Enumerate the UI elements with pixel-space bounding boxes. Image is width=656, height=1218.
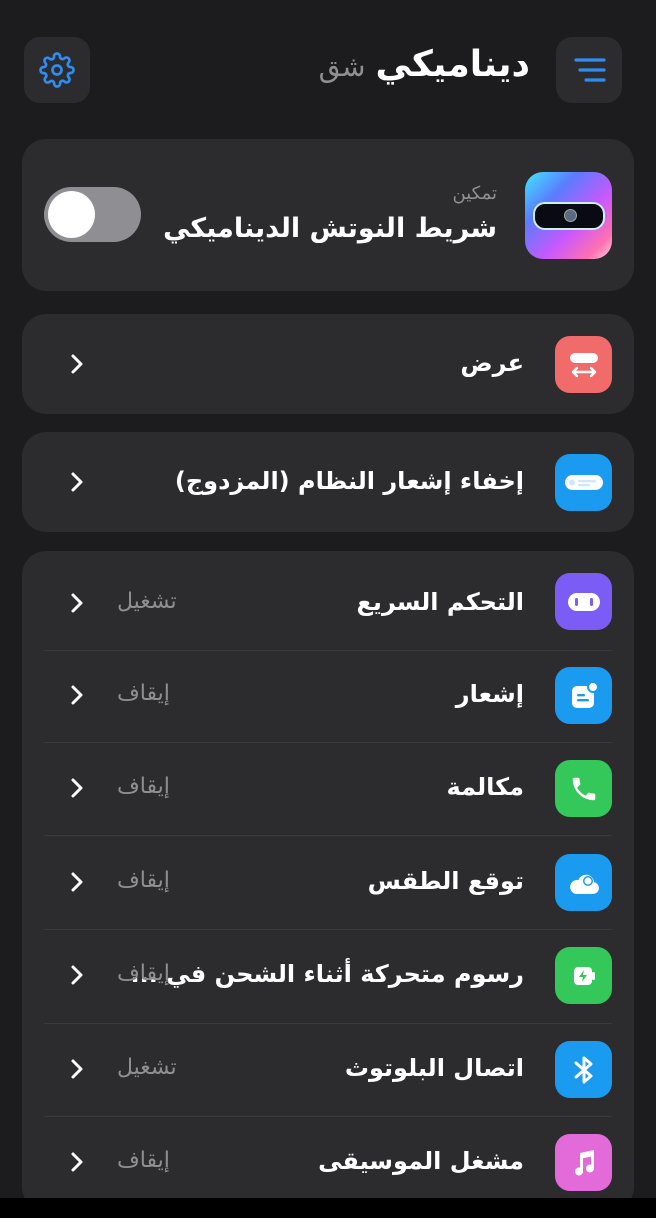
feature-row-call[interactable]: مكالمة إيقاف (22, 741, 634, 835)
feature-status: إيقاف (117, 1148, 170, 1173)
feature-label: رسوم متحركة أثناء الشحن في ... (130, 960, 524, 988)
feature-status: إيقاف (117, 961, 170, 986)
hide-notification-label: إخفاء إشعار النظام (المزدوج) (174, 467, 524, 495)
feature-status: تشغيل (117, 1055, 177, 1080)
chevron-right-icon (71, 965, 83, 985)
feature-label: توقع الطقس (367, 867, 524, 895)
notch-preview-icon (525, 172, 612, 259)
display-label: عرض (460, 349, 524, 377)
menu-icon (574, 58, 606, 82)
feature-row-charging[interactable]: رسوم متحركة أثناء الشحن في ... إيقاف (22, 928, 634, 1022)
feature-status: إيقاف (117, 868, 170, 893)
feature-row-music[interactable]: مشغل الموسيقى إيقاف (22, 1115, 634, 1209)
chevron-right-icon (71, 354, 83, 374)
feature-row-quick-control[interactable]: التحكم السريع تشغيل (22, 554, 634, 648)
chevron-right-icon (71, 778, 83, 798)
feature-label: مشغل الموسيقى (318, 1147, 524, 1175)
top-bar: ديناميكي شق (0, 0, 656, 140)
title-main: ديناميكي (375, 44, 530, 85)
feature-label: إشعار (455, 680, 524, 708)
feature-status: إيقاف (117, 774, 170, 799)
feature-row-bluetooth[interactable]: اتصال البلوتوث تشغيل (22, 1022, 634, 1116)
toggle-knob (48, 191, 95, 238)
feature-status: إيقاف (117, 681, 170, 706)
display-card[interactable]: عرض (22, 314, 634, 414)
phone-icon (555, 760, 612, 817)
chevron-right-icon (71, 872, 83, 892)
menu-button[interactable] (556, 37, 622, 103)
hide-notification-row[interactable]: إخفاء إشعار النظام (المزدوج) (22, 435, 634, 529)
hide-notification-card[interactable]: إخفاء إشعار النظام (المزدوج) (22, 432, 634, 532)
music-icon (555, 1134, 612, 1191)
feature-label: اتصال البلوتوث (344, 1054, 524, 1082)
enable-toggle[interactable] (44, 187, 141, 242)
notification-icon (555, 667, 612, 724)
chevron-right-icon (71, 472, 83, 492)
chevron-right-icon (71, 593, 83, 613)
notification-bar-icon (555, 454, 612, 511)
page-title: ديناميكي شق (319, 44, 530, 85)
feature-row-notification[interactable]: إشعار إيقاف (22, 648, 634, 742)
weather-icon (555, 854, 612, 911)
quick-control-icon (555, 573, 612, 630)
enable-label: تمكين (452, 183, 498, 204)
enable-card: تمكين شريط النوتش الديناميكي (22, 139, 634, 291)
feature-row-weather[interactable]: توقع الطقس إيقاف (22, 835, 634, 929)
enable-title: شريط النوتش الديناميكي (163, 213, 497, 244)
title-sub: شق (318, 50, 366, 83)
battery-charging-icon (555, 947, 612, 1004)
width-icon (555, 336, 612, 393)
settings-button[interactable] (24, 37, 90, 103)
features-card: التحكم السريع تشغيل إشعار إيقاف مكالمة إ… (22, 551, 634, 1211)
feature-label: مكالمة (446, 773, 524, 801)
chevron-right-icon (71, 1152, 83, 1172)
feature-label: التحكم السريع (356, 588, 524, 616)
bottom-edge (0, 1198, 656, 1218)
chevron-right-icon (71, 685, 83, 705)
gear-icon (39, 52, 75, 88)
feature-status: تشغيل (117, 589, 177, 614)
chevron-right-icon (71, 1059, 83, 1079)
bluetooth-icon (555, 1041, 612, 1098)
display-row[interactable]: عرض (22, 317, 634, 411)
